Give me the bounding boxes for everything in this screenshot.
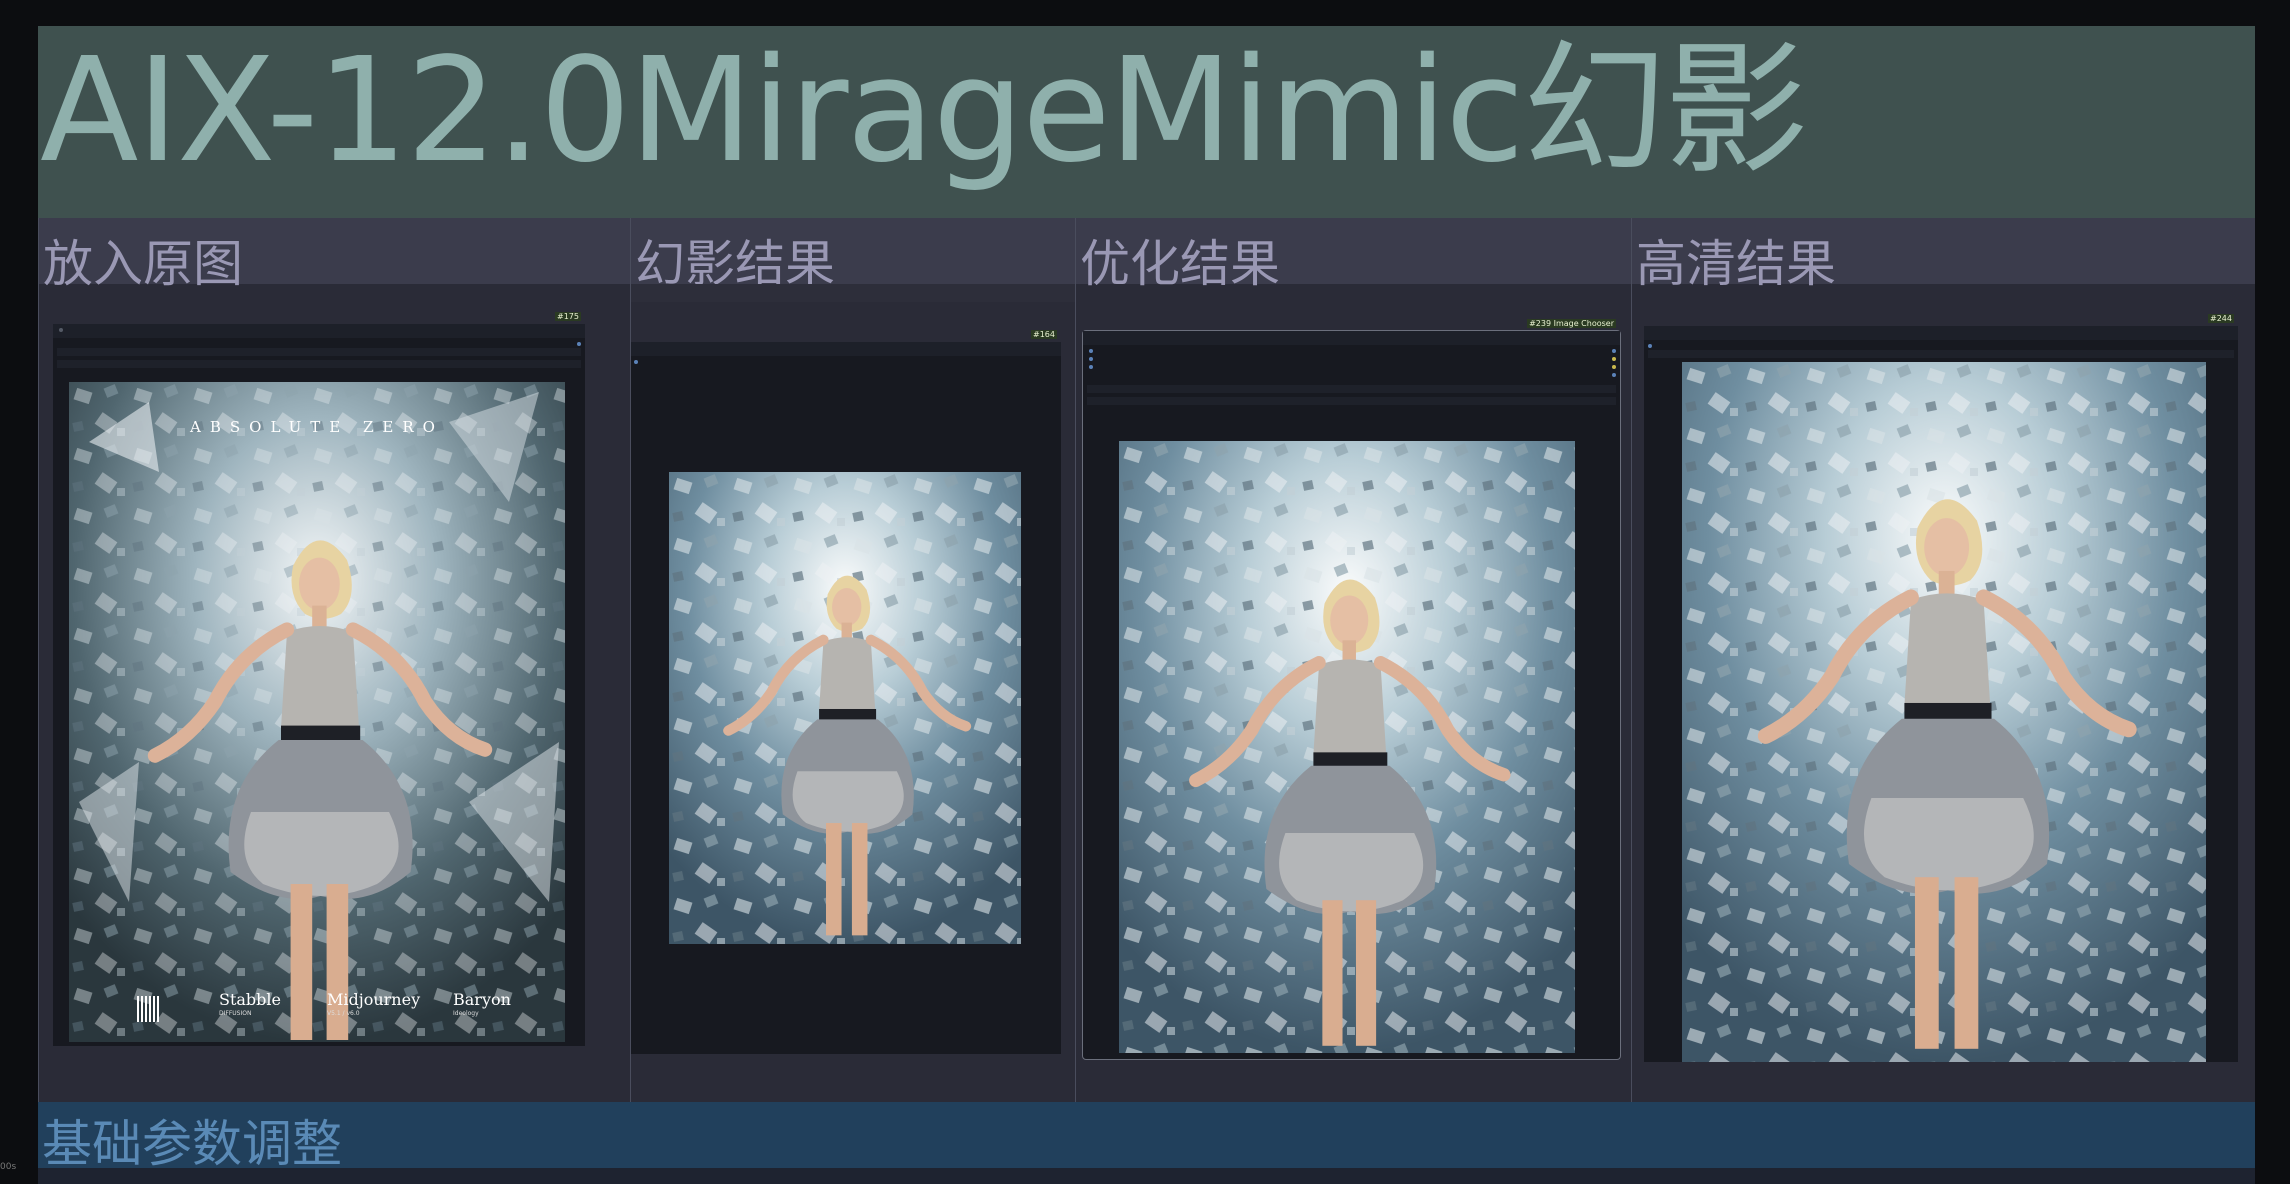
- barcode-icon: [137, 996, 159, 1022]
- refined-output-image[interactable]: [1119, 441, 1575, 1053]
- group-title: 放入原图: [43, 235, 243, 293]
- mirage-output-image: [669, 472, 1021, 944]
- node-id-badge: #164: [1031, 330, 1057, 339]
- group-title: 高清结果: [1636, 235, 1836, 293]
- group-input-image[interactable]: 放入原图 #175 ABSOLUTE ZERO Stabble DIFFUSIO…: [38, 218, 630, 1102]
- group-spacer: [631, 284, 1076, 302]
- node-title-bar[interactable]: [53, 324, 585, 338]
- poster-header: ABSOLUTE ZERO: [190, 418, 444, 436]
- node-title-bar[interactable]: [631, 342, 1061, 356]
- logo-baryon: Baryon: [453, 990, 511, 1009]
- cancel-button[interactable]: [1087, 397, 1616, 405]
- output-slot-icon[interactable]: [1612, 365, 1616, 369]
- logo-stabble-sub: DIFFUSION: [219, 1010, 252, 1017]
- progress-button[interactable]: [1087, 385, 1616, 393]
- group-basic-params[interactable]: [38, 1102, 2255, 1168]
- node-title-bar[interactable]: [1644, 326, 2238, 340]
- filename-prefix-widget[interactable]: [1648, 350, 2234, 358]
- output-slot-icon[interactable]: [1612, 349, 1616, 353]
- save-image-node[interactable]: #244: [1644, 314, 2238, 1062]
- input-slot-icon[interactable]: [1648, 344, 1652, 348]
- node-id-badge: #244: [2208, 314, 2234, 323]
- group-refine-result[interactable]: 优化结果 #239 Image Chooser: [1075, 218, 1631, 1102]
- group-mirage-result[interactable]: 幻影结果 #164: [630, 218, 1076, 1102]
- logo-stabble: Stabble: [219, 990, 281, 1009]
- input-slot-icon[interactable]: [634, 360, 638, 364]
- group-header: 高清结果: [1632, 218, 2255, 293]
- refined-image-render: [1119, 441, 1575, 1053]
- output-slot-icon[interactable]: [577, 342, 581, 346]
- collapse-dot-icon[interactable]: [59, 328, 63, 332]
- input-slot-icon[interactable]: [1089, 349, 1093, 353]
- preview-image-node[interactable]: #164: [631, 330, 1061, 1054]
- input-slot-icon[interactable]: [1089, 357, 1093, 361]
- group-header: 优化结果: [1076, 218, 1631, 293]
- group-title: 优化结果: [1080, 235, 1280, 293]
- logo-baryon-sub: Ideology: [453, 1010, 479, 1017]
- output-slot-icon[interactable]: [1612, 373, 1616, 377]
- group-header: 放入原图: [39, 218, 630, 293]
- mirage-image-render: [669, 472, 1021, 944]
- logo-midjourney: Midjourney: [327, 990, 421, 1009]
- input-image-render: [69, 382, 565, 1042]
- page-title: AIX-12.0MirageMimic幻影: [40, 26, 1808, 194]
- load-image-node[interactable]: #175 ABSOLUTE ZERO Stabble DIFFUSION Mid…: [53, 312, 585, 1046]
- frame-time-label: 00s: [0, 1162, 17, 1172]
- group-hd-result[interactable]: 高清结果 #244: [1631, 218, 2255, 1102]
- logo-midjourney-sub: V5.1 / v6.0: [327, 1010, 360, 1017]
- node-id-badge: #239 Image Chooser: [1527, 319, 1616, 328]
- image-selector-widget[interactable]: [57, 348, 581, 356]
- node-id-badge: #175: [555, 312, 581, 321]
- hd-output-image: [1682, 362, 2206, 1062]
- output-slot-icon[interactable]: [1612, 357, 1616, 361]
- input-slot-icon[interactable]: [1089, 365, 1093, 369]
- group-header: 幻影结果: [631, 218, 1075, 293]
- upload-button[interactable]: [57, 360, 581, 368]
- group-title: 基础参数调整: [42, 1115, 342, 1173]
- hd-image-render: [1682, 362, 2206, 1062]
- image-chooser-node[interactable]: #239 Image Chooser: [1082, 319, 1621, 1060]
- node-title-bar[interactable]: [1083, 331, 1620, 345]
- input-image: ABSOLUTE ZERO Stabble DIFFUSION Midjourn…: [69, 382, 565, 1042]
- group-body: [38, 1168, 2255, 1184]
